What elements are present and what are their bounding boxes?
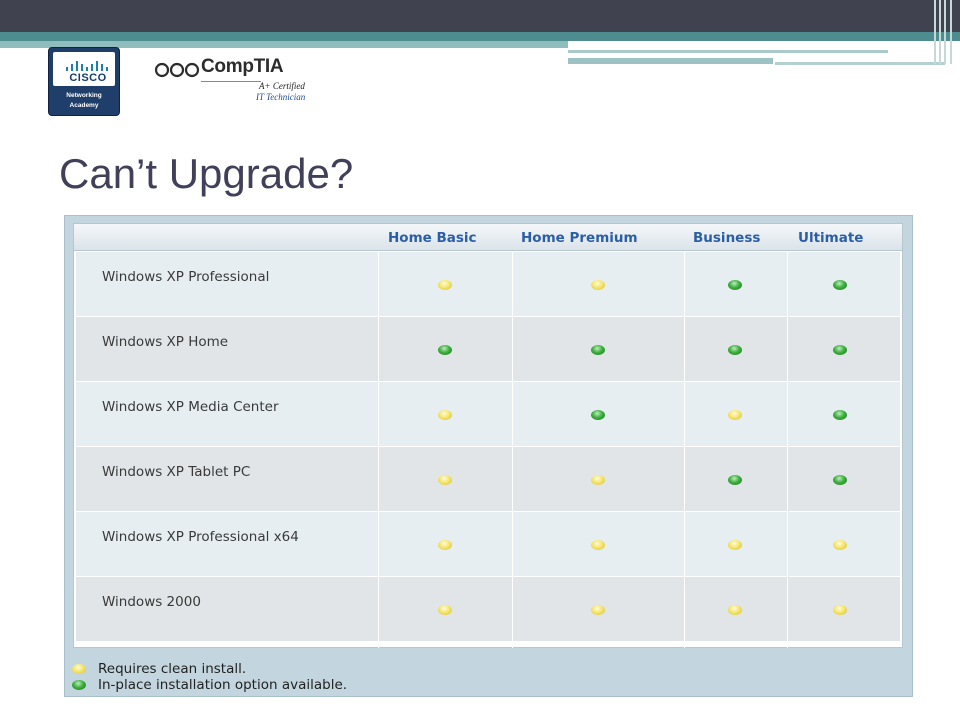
column-divider — [787, 252, 788, 648]
slide-title: Can’t Upgrade? — [59, 150, 354, 197]
clean-install-dot-icon — [438, 410, 452, 420]
table-row: Windows XP Media Center — [76, 382, 900, 446]
corner-stripes — [934, 0, 956, 64]
clean-install-dot-icon — [591, 605, 605, 615]
comptia-rings-icon — [155, 62, 200, 78]
cisco-wordmark: CISCO — [69, 72, 107, 84]
comptia-divider — [201, 81, 261, 82]
row-label: Windows XP Professional — [102, 269, 270, 285]
column-divider — [512, 252, 513, 648]
column-header: Home Basic — [388, 230, 477, 246]
inplace-install-dot-icon — [728, 345, 742, 355]
column-header: Business — [693, 230, 761, 246]
top-teal-bar — [0, 32, 960, 41]
top-accent-line — [568, 50, 888, 53]
inplace-install-dot-icon — [833, 280, 847, 290]
clean-install-dot-icon — [591, 475, 605, 485]
inplace-install-dot-icon — [728, 475, 742, 485]
inplace-install-dot-icon — [72, 680, 86, 690]
inplace-install-dot-icon — [833, 410, 847, 420]
cisco-logo-line2: Academy — [69, 102, 99, 109]
upgrade-matrix-table: Home Basic Home Premium Business Ultimat… — [73, 223, 903, 648]
comptia-cert-line2: IT Technician — [256, 92, 306, 102]
inplace-install-dot-icon — [591, 345, 605, 355]
table-row: Windows XP Tablet PC — [76, 447, 900, 511]
legend-label: Requires clean install. — [98, 661, 247, 677]
legend-item-inplace: In-place installation option available. — [72, 677, 347, 693]
legend-item-clean: Requires clean install. — [72, 661, 246, 677]
clean-install-dot-icon — [438, 475, 452, 485]
upgrade-matrix-panel: Home Basic Home Premium Business Ultimat… — [64, 215, 913, 697]
inplace-install-dot-icon — [728, 280, 742, 290]
inplace-install-dot-icon — [591, 410, 605, 420]
top-dark-bar — [0, 0, 960, 32]
clean-install-dot-icon — [438, 280, 452, 290]
clean-install-dot-icon — [72, 664, 86, 674]
legend-label: In-place installation option available. — [98, 677, 348, 693]
table-row: Windows XP Professional x64 — [76, 512, 900, 576]
cisco-networking-academy-logo: CISCO Networking Academy — [48, 47, 120, 116]
clean-install-dot-icon — [728, 410, 742, 420]
column-header: Home Premium — [521, 230, 638, 246]
clean-install-dot-icon — [833, 605, 847, 615]
row-label: Windows XP Tablet PC — [102, 464, 251, 480]
comptia-cert-line1: A+ Certified — [259, 81, 305, 91]
clean-install-dot-icon — [591, 540, 605, 550]
inplace-install-dot-icon — [833, 475, 847, 485]
table-row: Windows XP Professional — [76, 252, 900, 316]
table-row: Windows XP Home — [76, 317, 900, 381]
comptia-wordmark: CompTIA — [201, 56, 284, 77]
comptia-logo: CompTIA A+ Certified IT Technician — [155, 56, 315, 106]
column-header: Ultimate — [798, 230, 864, 246]
top-accent-line — [775, 62, 945, 65]
cisco-logo-line1: Networking — [66, 92, 102, 99]
row-label: Windows XP Home — [102, 334, 229, 350]
inplace-install-dot-icon — [833, 345, 847, 355]
clean-install-dot-icon — [728, 605, 742, 615]
inplace-install-dot-icon — [438, 345, 452, 355]
top-accent-line — [568, 58, 773, 64]
row-label: Windows 2000 — [102, 594, 201, 610]
column-divider — [684, 252, 685, 648]
clean-install-dot-icon — [438, 605, 452, 615]
table-header-row: Home Basic Home Premium Business Ultimat… — [74, 224, 902, 251]
table-row: Windows 2000 — [76, 577, 900, 641]
row-label: Windows XP Media Center — [102, 399, 279, 415]
cisco-bridge-icon — [66, 59, 110, 71]
clean-install-dot-icon — [591, 280, 605, 290]
column-divider — [378, 252, 379, 648]
clean-install-dot-icon — [438, 540, 452, 550]
clean-install-dot-icon — [728, 540, 742, 550]
row-label: Windows XP Professional x64 — [102, 529, 299, 545]
clean-install-dot-icon — [833, 540, 847, 550]
